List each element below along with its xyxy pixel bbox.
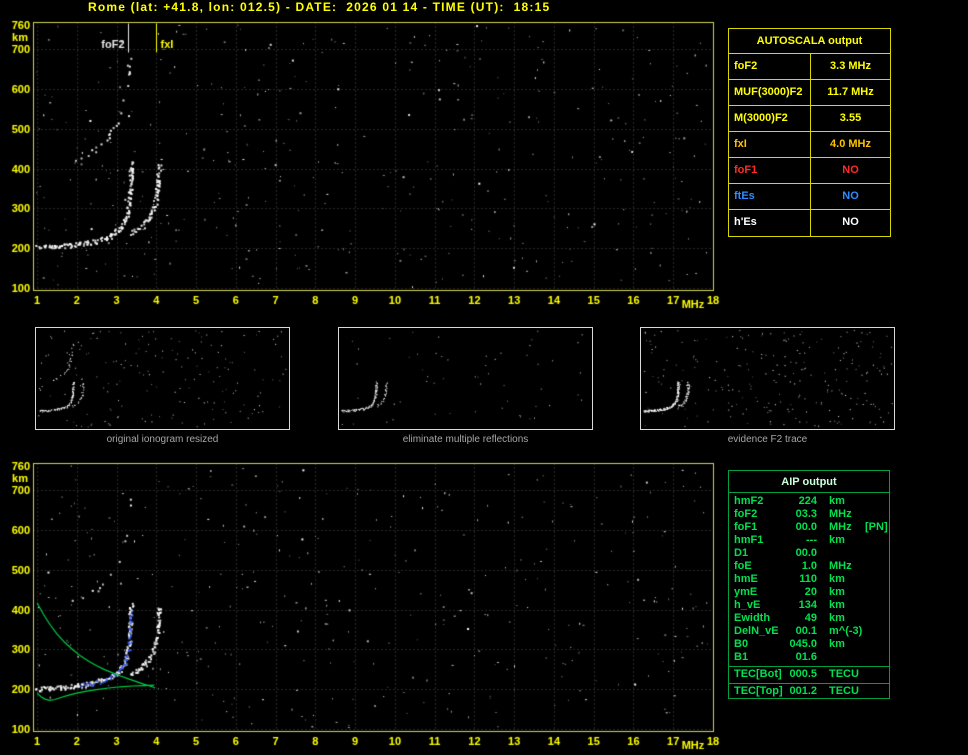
aip-note: [PN]	[865, 521, 888, 533]
aip-name: foF1	[734, 521, 758, 533]
aip-row-fof2: foF2 03.3 MHz	[729, 508, 889, 521]
autoscala-row-value: 11.7 MHz	[827, 86, 874, 98]
aip-row-foe: foE 1.0 MHz	[729, 560, 889, 573]
aip-unit	[829, 651, 863, 664]
aip-name: DelN_vE	[734, 625, 779, 637]
thumbnail-original-ionogram	[35, 327, 290, 430]
thumbnail-caption-original: original ionogram resized	[106, 434, 219, 445]
aip-row-hmf2: hmF2 224 km	[729, 495, 889, 508]
autoscala-row-value: NO	[842, 216, 859, 228]
aip-row-tectop: TEC[Top] 001.2 TECU	[729, 684, 889, 698]
autoscala-output-table: AUTOSCALA output foF2 3.3 MHz MUF(3000)F2 1…	[728, 28, 891, 237]
autoscala-row-value: 4.0 MHz	[830, 138, 871, 150]
aip-row-hmf1: hmF1 --- km	[729, 534, 889, 547]
aip-output-table: AIP output hmF2 224 km foF2 03.3 MHz foF1 00.0 M…	[728, 470, 890, 699]
aip-name: h_vE	[734, 599, 761, 611]
aip-name: B1	[734, 651, 749, 663]
aip-value: 045.0	[789, 638, 817, 650]
aip-unit: km	[829, 495, 845, 507]
aip-value: 49	[804, 612, 817, 624]
aip-name: hmF2	[734, 495, 764, 507]
autoscala-table-body: foF2 3.3 MHz MUF(3000)F2 11.7 MHz M(3000)F2 3…	[729, 54, 890, 236]
aip-table-header: AIP output	[729, 471, 889, 493]
aip-value: 00.0	[795, 547, 817, 559]
aip-row-d1: D1 00.0	[729, 547, 889, 560]
aip-name: B0	[734, 638, 749, 650]
autoscala-row-label: foF2	[729, 54, 811, 79]
aip-value: ---	[806, 534, 817, 546]
autoscala-row-label: ftEs	[729, 184, 811, 209]
aip-value: 110	[799, 573, 817, 585]
aip-unit: km	[829, 586, 845, 598]
aip-row-delnve: DelN_vE 00.1 m^(-3)	[729, 625, 889, 638]
aip-unit: MHz	[829, 560, 852, 572]
aip-unit: TECU	[829, 685, 859, 697]
aip-row-hme: hmE 110 km	[729, 573, 889, 586]
aip-name: TEC[Top]	[734, 685, 783, 697]
autoscala-row-value: 3.55	[839, 112, 862, 124]
autoscala-row-m3000f2: M(3000)F2 3.55	[729, 106, 890, 132]
aip-unit: km	[829, 612, 845, 624]
autoscala-row-label: fxI	[729, 132, 811, 157]
thumbnail-eliminate-reflections	[338, 327, 593, 430]
aip-value: 00.0	[795, 521, 817, 533]
aip-value: 00.1	[795, 625, 817, 637]
aip-unit: km	[829, 534, 845, 546]
autoscala-table-header: AUTOSCALA output	[729, 29, 890, 54]
autoscala-row-label: h'Es	[729, 210, 811, 236]
aip-name: hmF1	[734, 534, 764, 546]
aip-row-hve: h_vE 134 km	[729, 599, 889, 612]
ionogram-bottom-chart	[0, 455, 724, 755]
ionogram-top-chart	[0, 0, 724, 316]
aip-value: 03.3	[795, 508, 817, 520]
aip-unit: km	[829, 638, 845, 650]
aip-name: Ewidth	[734, 612, 771, 624]
aip-name: TEC[Bot]	[734, 668, 782, 680]
aip-value: 134	[798, 599, 817, 611]
autoscala-row-hes: h'Es NO	[729, 210, 890, 236]
autoscala-row-ftes: ftEs NO	[729, 184, 890, 210]
aip-row-yme: ymE 20 km	[729, 586, 889, 599]
autoscala-screen: Rome (lat: +41.8, lon: 012.5) - DATE: 20…	[0, 0, 968, 755]
aip-row-tecbot: TEC[Bot] 000.5 TECU	[729, 667, 889, 681]
autoscala-row-value: 3.3 MHz	[830, 60, 871, 72]
aip-row-b0: B0 045.0 km	[729, 638, 889, 651]
aip-name: foE	[734, 560, 752, 572]
aip-value: 1.0	[801, 560, 817, 572]
autoscala-row-fof1: foF1 NO	[729, 158, 890, 184]
autoscala-row-label: M(3000)F2	[729, 106, 811, 131]
aip-row-b1: B1 01.6	[729, 651, 889, 664]
aip-unit: m^(-3)	[829, 625, 863, 637]
autoscala-row-label: foF1	[729, 158, 811, 183]
aip-unit: MHz	[829, 508, 852, 520]
aip-value: 000.5	[789, 668, 817, 680]
aip-value: 001.2	[789, 685, 817, 697]
autoscala-row-value: NO	[842, 164, 859, 176]
aip-unit: km	[829, 573, 845, 585]
aip-name: D1	[734, 547, 749, 559]
autoscala-row-muf3000f2: MUF(3000)F2 11.7 MHz	[729, 80, 890, 106]
aip-name: foF2	[734, 508, 758, 520]
aip-tec-rows: TEC[Bot] 000.5 TECU TEC[Top] 001.2 TECU	[729, 666, 889, 698]
aip-unit: TECU	[829, 668, 859, 680]
aip-value: 20	[804, 586, 817, 598]
aip-unit: MHz	[829, 521, 852, 533]
aip-value: 224	[798, 495, 817, 507]
autoscala-row-label: MUF(3000)F2	[729, 80, 811, 105]
aip-value: 01.6	[795, 651, 817, 663]
aip-unit	[829, 547, 863, 560]
thumbnail-caption-evidence: evidence F2 trace	[727, 434, 808, 445]
autoscala-row-value: NO	[842, 190, 859, 202]
autoscala-row-fof2: foF2 3.3 MHz	[729, 54, 890, 80]
aip-row-fof1: foF1 00.0 MHz [PN]	[729, 521, 889, 534]
aip-row-ewidth: Ewidth 49 km	[729, 612, 889, 625]
autoscala-row-fxi: fxI 4.0 MHz	[729, 132, 890, 158]
aip-name: ymE	[734, 586, 758, 598]
aip-name: hmE	[734, 573, 758, 585]
aip-table-body: hmF2 224 km foF2 03.3 MHz foF1 00.0 MHz [PN] hmF1 -…	[729, 493, 889, 664]
thumbnail-caption-eliminate: eliminate multiple reflections	[402, 434, 529, 445]
aip-unit: km	[829, 599, 845, 611]
thumbnail-evidence-f2-trace	[640, 327, 895, 430]
